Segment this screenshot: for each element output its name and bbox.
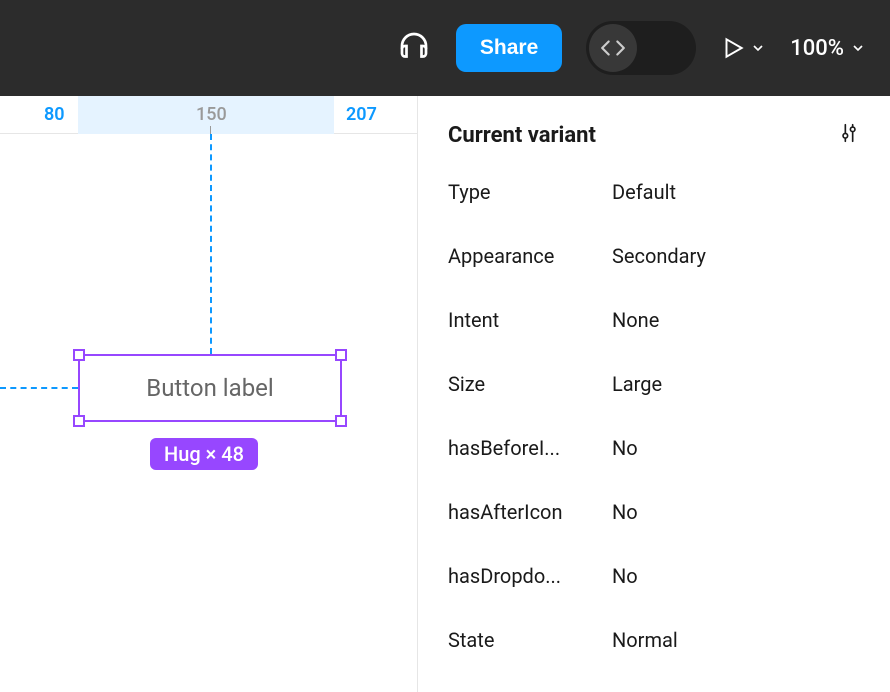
variant-property-row[interactable]: Type Default bbox=[448, 180, 860, 204]
inspector-title: Current variant bbox=[448, 123, 596, 148]
selected-component[interactable]: Button label bbox=[78, 354, 342, 422]
canvas[interactable]: 80 150 207 Button label Hug × 48 bbox=[0, 96, 418, 692]
resize-handle-tr[interactable] bbox=[335, 349, 347, 361]
variant-property-row[interactable]: hasBeforeI... No bbox=[448, 436, 860, 460]
resize-handle-tl[interactable] bbox=[73, 349, 85, 361]
prop-label: State bbox=[448, 628, 612, 652]
prop-value: No bbox=[612, 500, 638, 524]
resize-handle-br[interactable] bbox=[335, 415, 347, 427]
play-icon bbox=[720, 35, 746, 61]
alignment-guide-horizontal bbox=[0, 387, 78, 389]
prop-value: None bbox=[612, 308, 659, 332]
prop-label: hasDropdo... bbox=[448, 564, 612, 588]
prop-label: hasAfterIcon bbox=[448, 500, 612, 524]
variant-property-row[interactable]: hasDropdo... No bbox=[448, 564, 860, 588]
prop-value: Large bbox=[612, 372, 662, 396]
share-button[interactable]: Share bbox=[456, 24, 562, 72]
top-toolbar: Share 100% bbox=[0, 0, 890, 96]
variant-property-row[interactable]: Appearance Secondary bbox=[448, 244, 860, 268]
component-text: Button label bbox=[146, 374, 273, 402]
present-button[interactable] bbox=[720, 35, 766, 61]
chevron-down-icon bbox=[750, 40, 766, 56]
ruler-tick-end: 207 bbox=[346, 104, 377, 125]
zoom-dropdown[interactable]: 100% bbox=[790, 36, 866, 61]
variant-property-row[interactable]: Size Large bbox=[448, 372, 860, 396]
prop-value: No bbox=[612, 436, 638, 460]
ruler-tick-start: 80 bbox=[44, 104, 65, 125]
prop-value: Default bbox=[612, 180, 676, 204]
chevron-down-icon bbox=[850, 40, 866, 56]
prop-label: Type bbox=[448, 180, 612, 204]
resize-handle-bl[interactable] bbox=[73, 415, 85, 427]
settings-icon[interactable] bbox=[838, 122, 860, 148]
size-badge: Hug × 48 bbox=[150, 438, 258, 470]
ruler-tick-mid: 150 bbox=[196, 104, 227, 125]
horizontal-ruler[interactable]: 80 150 207 bbox=[0, 96, 417, 134]
inspector-panel: Current variant Type Default Appearance … bbox=[418, 96, 890, 692]
alignment-guide-vertical bbox=[210, 134, 212, 354]
variant-property-row[interactable]: hasAfterIcon No bbox=[448, 500, 860, 524]
headphones-icon[interactable] bbox=[396, 28, 432, 68]
ruler-tick-mark bbox=[210, 126, 211, 134]
dev-mode-toggle[interactable] bbox=[586, 21, 696, 75]
prop-label: Intent bbox=[448, 308, 612, 332]
code-icon bbox=[589, 24, 637, 72]
variant-property-row[interactable]: Intent None bbox=[448, 308, 860, 332]
prop-value: No bbox=[612, 564, 638, 588]
prop-label: hasBeforeI... bbox=[448, 436, 612, 460]
prop-value: Normal bbox=[612, 628, 678, 652]
prop-value: Secondary bbox=[612, 244, 706, 268]
prop-label: Appearance bbox=[448, 244, 612, 268]
variant-property-row[interactable]: State Normal bbox=[448, 628, 860, 652]
zoom-label: 100% bbox=[790, 36, 844, 61]
prop-label: Size bbox=[448, 372, 612, 396]
